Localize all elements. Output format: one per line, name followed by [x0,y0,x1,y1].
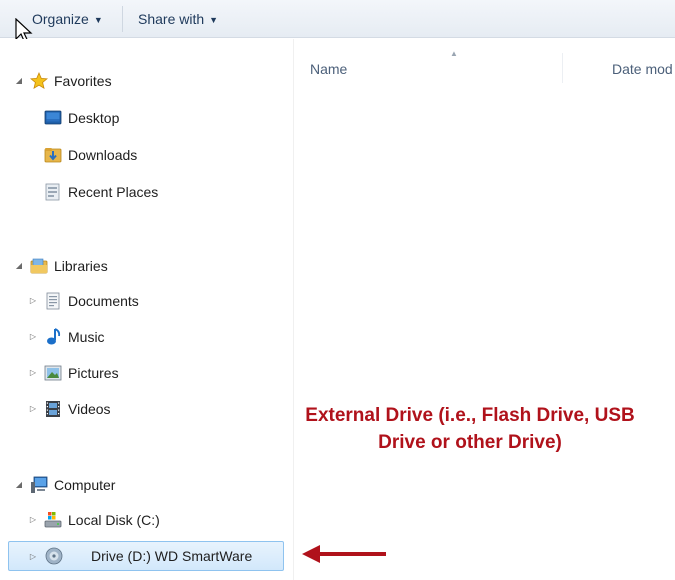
nav-item-pictures[interactable]: ▷ Pictures [14,361,274,385]
column-header-name[interactable]: Name [310,61,347,77]
nav-item-desktop[interactable]: Desktop [14,106,274,130]
toolbar-divider [122,6,123,32]
nav-item-documents[interactable]: ▷ Documents [14,289,274,313]
annotation-arrow-icon [302,545,386,563]
external-drive-icon [45,547,63,565]
navigation-pane: ◢ Favorites Desktop Downloads Recent Pla… [0,39,293,580]
music-icon [47,328,61,345]
nav-group-favorites[interactable]: ◢ Favorites [14,69,274,93]
chevron-down-icon: ▼ [209,15,219,25]
expanded-triangle-icon[interactable]: ◢ [14,69,24,93]
nav-item-label: Music [68,329,105,345]
nav-group-label: Favorites [54,73,112,89]
computer-icon [31,476,48,493]
local-disk-icon [44,512,62,528]
column-header-date-modified[interactable]: Date mod [612,61,673,77]
collapsed-triangle-icon[interactable]: ▷ [28,361,38,385]
desktop-icon [44,110,62,125]
libraries-icon [30,258,48,274]
nav-item-recent-places[interactable]: Recent Places [14,180,274,204]
pictures-icon [44,365,62,381]
videos-icon [46,401,60,417]
annotation-text: External Drive (i.e., Flash Drive, USB D… [300,402,640,456]
nav-item-downloads[interactable]: Downloads [14,143,274,167]
file-list-pane[interactable]: ▲ Name Date mod [293,39,675,580]
organize-label: Organize [32,11,89,27]
nav-item-label: Downloads [68,147,138,163]
chevron-down-icon: ▼ [93,15,103,25]
expanded-triangle-icon[interactable]: ◢ [14,473,24,497]
documents-icon [46,292,60,310]
nav-group-label: Libraries [54,258,108,274]
nav-item-label: Videos [68,401,111,417]
downloads-folder-icon [44,148,62,163]
expanded-triangle-icon[interactable]: ◢ [14,254,24,278]
column-header-row: ▲ Name Date mod [294,47,675,87]
share-with-menu-button[interactable]: Share with ▼ [134,8,222,30]
nav-item-label: Recent Places [68,184,159,200]
nav-item-label: Local Disk (C:) [68,512,160,528]
nav-item-label: Drive (D:) WD SmartWare [91,548,253,564]
nav-group-computer[interactable]: ◢ Computer [14,473,274,497]
nav-item-label: Documents [68,293,139,309]
nav-item-label: Pictures [68,365,119,381]
collapsed-triangle-icon[interactable]: ▷ [28,325,38,349]
nav-group-label: Computer [54,477,116,493]
annotation-line-2: Drive or other Drive) [378,432,562,453]
nav-item-drive-d-wd-smartware[interactable]: ▷ Drive (D:) WD SmartWare [8,541,284,571]
annotation-line-1: External Drive (i.e., Flash Drive, USB [305,405,635,426]
share-with-label: Share with [138,11,205,27]
nav-item-music[interactable]: ▷ Music [14,325,274,349]
command-bar: Organize ▼ Share with ▼ [0,0,675,44]
collapsed-triangle-icon[interactable]: ▷ [28,289,38,313]
column-divider[interactable] [562,53,563,83]
collapsed-triangle-icon[interactable]: ▷ [28,397,38,421]
organize-menu-button[interactable]: Organize ▼ [28,8,107,30]
collapsed-triangle-icon[interactable]: ▷ [28,543,38,571]
sort-ascending-icon: ▲ [450,49,458,58]
collapsed-triangle-icon[interactable]: ▷ [28,508,38,532]
nav-item-label: Desktop [68,110,120,126]
nav-item-videos[interactable]: ▷ Videos [14,397,274,421]
nav-group-libraries[interactable]: ◢ Libraries [14,254,274,278]
recent-places-icon [45,183,60,201]
star-icon [30,72,48,90]
nav-item-local-disk-c[interactable]: ▷ Local Disk (C:) [14,508,274,532]
